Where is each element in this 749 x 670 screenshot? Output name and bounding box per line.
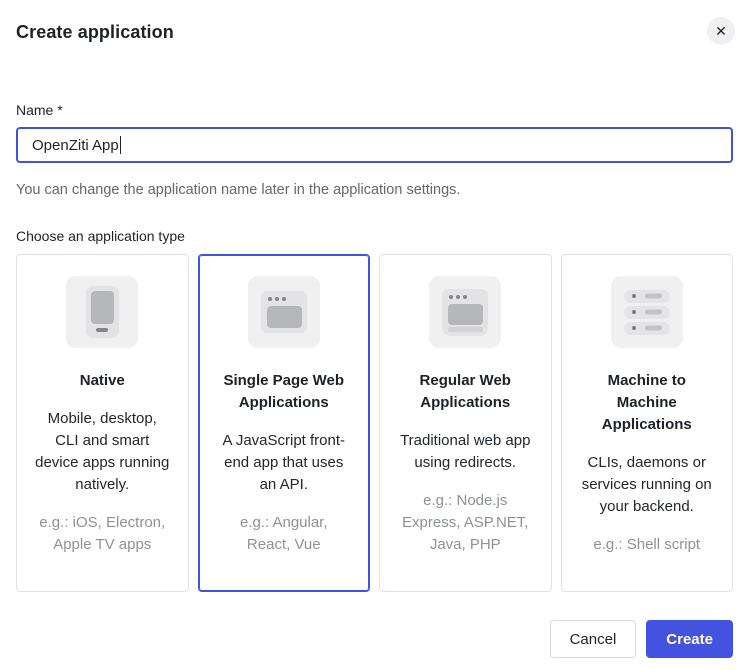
application-type-label: Choose an application type	[16, 228, 733, 244]
modal-header: Create application ✕	[16, 0, 733, 44]
create-application-modal: Create application ✕ Name * OpenZiti App…	[0, 0, 749, 670]
name-helper-text: You can change the application name late…	[16, 180, 733, 200]
application-name-input[interactable]: OpenZiti App	[16, 127, 733, 163]
card-title: Machine to Machine Applications	[580, 370, 715, 436]
modal-footer: Cancel Create	[16, 620, 733, 658]
card-example: e.g.: Shell script	[580, 534, 715, 556]
close-button[interactable]: ✕	[707, 17, 735, 45]
mobile-device-icon	[66, 276, 138, 348]
browser-window-icon	[248, 276, 320, 348]
card-regular-web[interactable]: Regular Web Applications Traditional web…	[379, 254, 552, 592]
card-description: Mobile, desktop, CLI and smart device ap…	[35, 408, 170, 496]
card-description: A JavaScript front-end app that uses an …	[217, 430, 352, 496]
card-native[interactable]: Native Mobile, desktop, CLI and smart de…	[16, 254, 189, 592]
create-button[interactable]: Create	[646, 620, 733, 658]
card-title: Single Page Web Applications	[217, 370, 352, 414]
modal-title: Create application	[16, 20, 733, 44]
card-example: e.g.: Node.js Express, ASP.NET, Java, PH…	[398, 490, 533, 556]
card-description: Traditional web app using redirects.	[398, 430, 533, 474]
card-description: CLIs, daemons or services running on you…	[580, 452, 715, 518]
name-field-label: Name *	[16, 102, 733, 118]
application-type-cards: Native Mobile, desktop, CLI and smart de…	[16, 254, 733, 592]
close-icon: ✕	[715, 24, 727, 38]
card-single-page-web[interactable]: Single Page Web Applications A JavaScrip…	[198, 254, 371, 592]
card-title: Native	[35, 370, 170, 392]
text-cursor	[120, 136, 121, 154]
card-example: e.g.: Angular, React, Vue	[217, 512, 352, 556]
cancel-button[interactable]: Cancel	[550, 620, 637, 658]
card-title: Regular Web Applications	[398, 370, 533, 414]
browser-app-icon	[429, 276, 501, 348]
card-machine-to-machine[interactable]: Machine to Machine Applications CLIs, da…	[561, 254, 734, 592]
card-example: e.g.: iOS, Electron, Apple TV apps	[35, 512, 170, 556]
application-name-value: OpenZiti App	[32, 137, 119, 154]
server-stack-icon	[611, 276, 683, 348]
